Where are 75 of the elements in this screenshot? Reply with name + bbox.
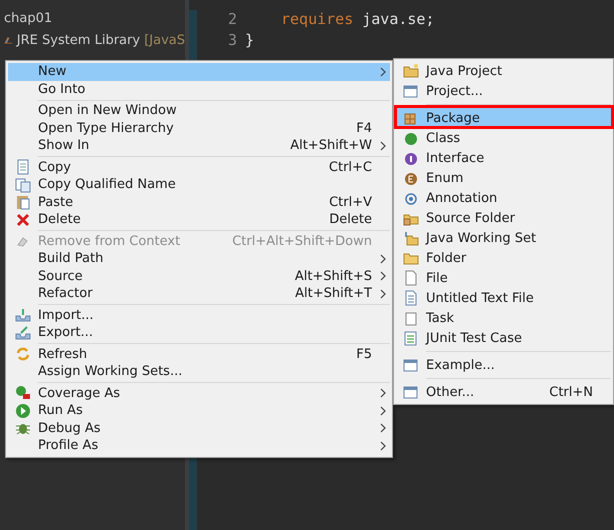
tree-label: JRE System Library [JavaS [16,32,185,48]
menu-item[interactable]: Annotation [396,188,611,208]
chevron-right-icon [380,288,386,299]
menu-item[interactable]: Refactor Alt+Shift+T [8,285,390,302]
menu-item[interactable]: Example... [396,355,611,375]
menu-item[interactable]: Class [396,128,611,148]
line-number: 2 [228,10,237,30]
chevron-right-icon [380,406,386,416]
chevron-right-icon [380,254,386,264]
tray-icon [15,324,31,341]
menu-item[interactable]: Copy Qualified Name [8,176,390,194]
folder-icon [403,63,419,79]
task-icon [403,310,419,326]
file-icon [403,270,419,286]
menu-item[interactable]: Project... [396,81,611,101]
menu-item[interactable]: Export... [8,324,390,342]
class-icon [403,130,419,146]
clipboard-icon [15,194,31,210]
tree-label: chap01 [4,10,52,26]
menu-item[interactable]: Coverage As [8,384,390,402]
menu-item[interactable]: Java Project [396,61,611,81]
menu-item[interactable]: Run As [8,402,390,420]
menu-item[interactable]: Import... [8,306,390,324]
text-file-icon [403,290,419,306]
menu-item[interactable]: Copy Ctrl+C [8,158,390,176]
chevron-right-icon [380,140,386,151]
tray-icon [15,307,31,324]
menu-item[interactable]: File [396,268,611,288]
menu-item[interactable]: Java Working Set [396,228,611,248]
menu-item[interactable]: Untitled Text File [396,288,611,308]
chevron-right-icon [380,271,386,282]
menu-item[interactable]: Show In Alt+Shift+W [8,137,390,154]
tree-item[interactable]: JRE System Library [JavaS [0,30,185,50]
code-text: } [245,31,254,51]
menu-item[interactable]: Go Into [8,80,390,98]
menu-item[interactable]: Assign Working Sets... [8,363,390,380]
enum-icon [403,170,419,186]
menu-item[interactable]: Folder [396,248,611,268]
menu-item[interactable]: Debug As [8,420,390,437]
coverage-icon [15,385,31,402]
chevron-right-icon [380,423,386,434]
menu-item[interactable]: Profile As [8,437,390,454]
menu-item[interactable]: Refresh F5 [8,346,390,363]
menu-item[interactable]: Build Path [8,250,390,268]
code-text: java.se; [362,10,434,30]
menu-item[interactable]: Open in New Window [8,102,390,120]
chevron-right-icon [380,440,386,451]
menu-item[interactable]: Source Alt+Shift+S [8,268,390,285]
folder-icon [403,230,419,246]
interface-icon [403,150,419,166]
line-number: 3 [228,31,237,51]
code-keyword: requires [280,10,354,30]
documents-icon [15,176,31,193]
menu-item[interactable]: Source Folder [396,208,611,228]
menu-item[interactable]: Delete Delete [8,211,390,228]
menu-item[interactable]: Other... Ctrl+N [396,382,611,402]
close-icon [15,212,31,228]
window-icon [403,357,419,373]
menu-item[interactable]: Task [396,308,611,328]
run-icon [15,402,31,419]
chevron-right-icon [380,66,386,77]
menu-item[interactable]: Open Type Hierarchy F4 [8,120,390,137]
menu-item[interactable]: Interface [396,148,611,168]
chevron-right-icon [380,388,386,398]
menu-item[interactable]: Enum [396,168,611,188]
menu-item[interactable]: New [8,63,390,80]
menu-item[interactable]: Package [396,108,611,128]
menu-item[interactable]: JUnit Test Case [396,328,611,348]
window-icon [403,83,419,99]
refresh-icon [15,346,31,362]
test-case-icon [403,330,419,346]
menu-item[interactable]: Paste Ctrl+V [8,194,390,211]
window-icon [403,384,419,400]
document-icon [15,159,31,176]
tree-item[interactable]: chap01 [0,8,185,28]
